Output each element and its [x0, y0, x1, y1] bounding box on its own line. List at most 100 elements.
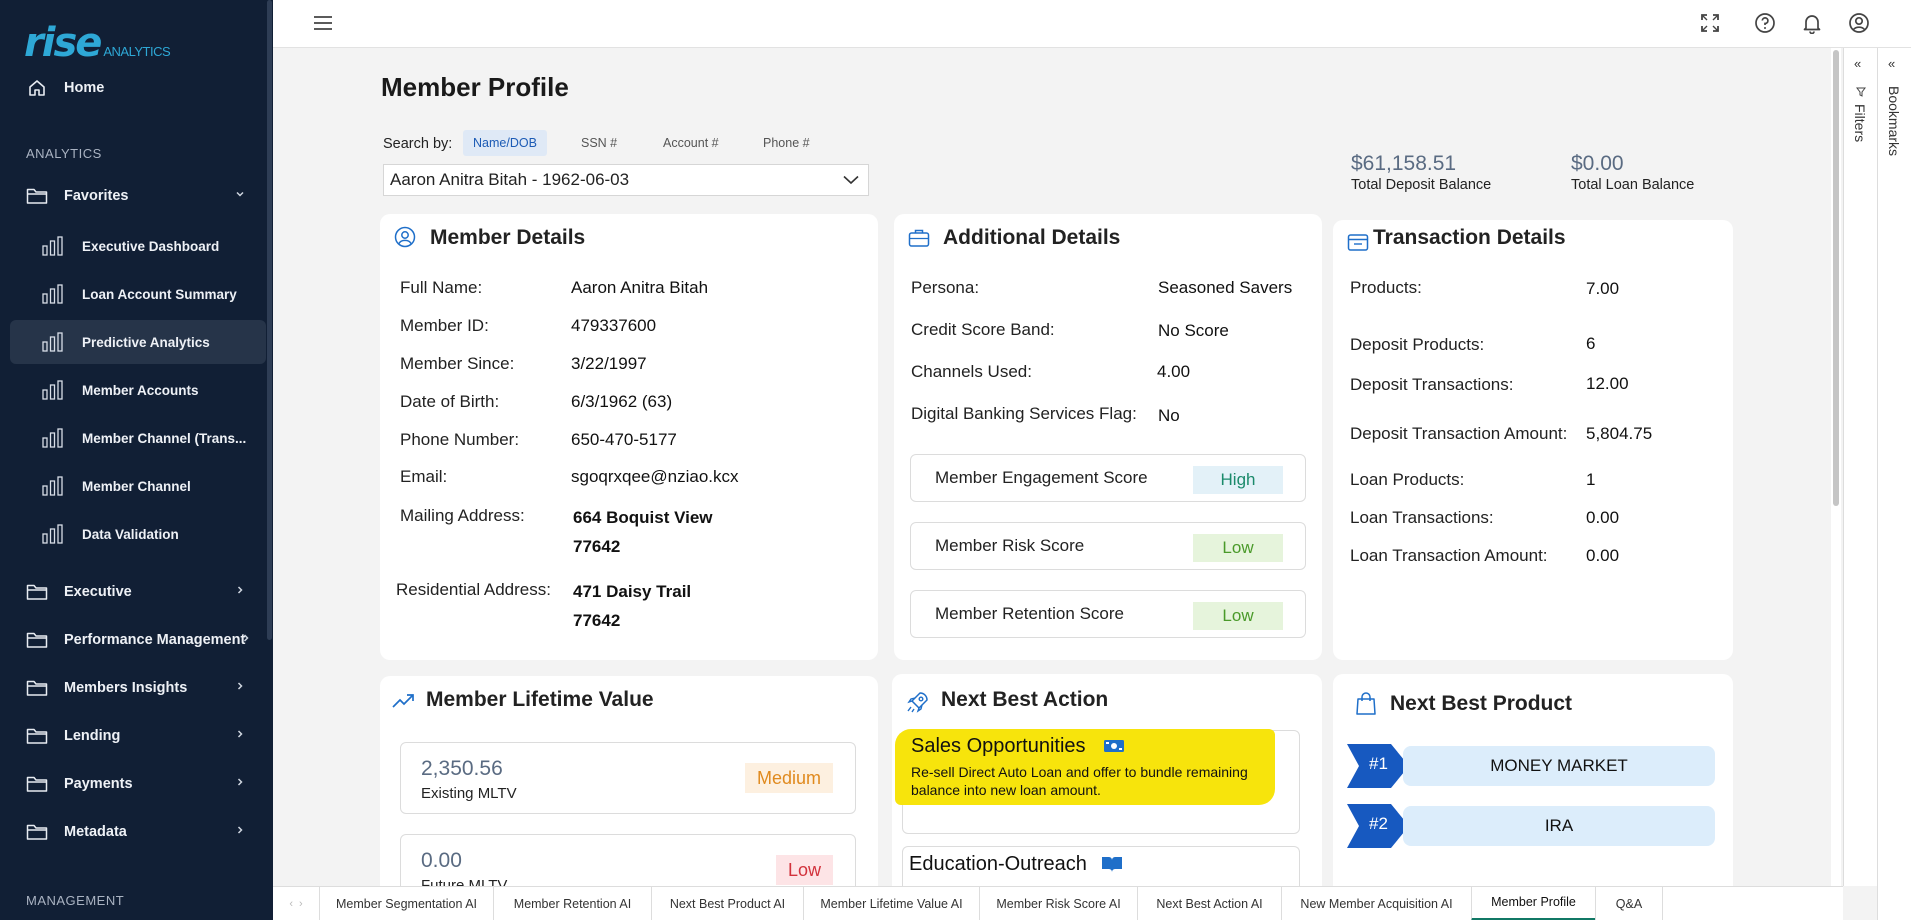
report-scrollbar[interactable]: [1831, 48, 1841, 886]
logo-subtext: ANALYTICS: [103, 44, 171, 59]
nav-member-accounts[interactable]: Member Accounts: [10, 368, 266, 412]
tab-scroll-arrows[interactable]: ‹ ›: [273, 887, 319, 920]
nav-item-label: Executive Dashboard: [82, 238, 220, 254]
kpi-total-loan: $0.00 Total Loan Balance: [1571, 152, 1694, 193]
residential-address-line2: 77642: [573, 611, 621, 630]
card-title: Next Best Action: [941, 688, 1109, 711]
bookmarks-label: Bookmarks: [1886, 86, 1902, 157]
nav-executive-dashboard[interactable]: Executive Dashboard: [10, 224, 266, 268]
next-best-action-card: Next Best Action Sales Opportunities Re-…: [892, 674, 1322, 886]
report-scrollbar-thumb[interactable]: [1833, 50, 1839, 506]
report-canvas: Member Profile Search by: Name/DOB SSN #…: [273, 48, 1831, 886]
filters-panel[interactable]: « Filters: [1843, 48, 1877, 886]
field-label: Email:: [400, 467, 448, 486]
nav-favorites[interactable]: Favorites: [10, 174, 266, 218]
mltv-badge: Medium: [744, 763, 833, 793]
sidebar-scrollbar[interactable]: [267, 0, 272, 640]
field-label: Channels Used:: [911, 362, 1032, 381]
field-value: 5,804.75: [1586, 424, 1653, 443]
mailing-address-line2: 77642: [573, 537, 621, 556]
nav-performance-management[interactable]: Performance Management: [10, 618, 266, 662]
chevron-right-icon[interactable]: ›: [299, 898, 303, 910]
nav-home[interactable]: Home: [10, 66, 266, 110]
member-select-dropdown[interactable]: Aaron Anitra Bitah - 1962-06-03: [383, 164, 869, 196]
tab-member-profile[interactable]: Member Profile: [1471, 886, 1595, 920]
nav-item-label: Member Accounts: [82, 382, 199, 398]
nav-members-insights[interactable]: Members Insights: [10, 666, 266, 710]
bar-chart-icon: [42, 427, 66, 449]
help-icon[interactable]: [1754, 12, 1778, 36]
folder-icon: [26, 773, 48, 795]
search-tab-name-dob[interactable]: Name/DOB: [463, 130, 547, 156]
search-by-label: Search by:: [383, 136, 453, 152]
collapse-double-chevron-icon[interactable]: «: [1854, 56, 1861, 71]
folder-icon: [26, 581, 48, 603]
field-value: 7.00: [1586, 279, 1620, 298]
nav-data-validation[interactable]: Data Validation: [10, 512, 266, 556]
chevron-right-icon: [240, 632, 252, 648]
sales-opportunities-box: Sales Opportunities Re-sell Direct Auto …: [895, 729, 1300, 834]
search-tab-ssn[interactable]: SSN #: [571, 130, 627, 156]
nav-lending[interactable]: Lending: [10, 714, 266, 758]
field-label: Loan Transactions:: [1350, 508, 1494, 527]
tab-member-risk-score-ai[interactable]: Member Risk Score AI: [979, 886, 1137, 920]
field-label: Loan Transaction Amount:: [1350, 546, 1548, 565]
field-label: Date of Birth:: [400, 392, 500, 411]
transaction-details-card: Transaction Details Products: 7.00 Depos…: [1333, 220, 1733, 660]
field-label: Digital Banking Services Flag:: [911, 404, 1137, 423]
search-tab-account[interactable]: Account #: [653, 130, 729, 156]
tab-qa[interactable]: Q&A: [1595, 886, 1663, 920]
tab-member-segmentation-ai[interactable]: Member Segmentation AI: [319, 886, 493, 920]
nav-item-label: Member Channel (Trans...: [82, 430, 247, 446]
member-select-value: Aaron Anitra Bitah - 1962-06-03: [390, 170, 630, 189]
field-value: sgoqrxqee@nziao.kcx: [571, 467, 739, 486]
nav-item-label: Data Validation: [82, 526, 179, 542]
tab-new-member-acquisition-ai[interactable]: New Member Acquisition AI: [1281, 886, 1471, 920]
future-mltv-box: 0.00 Future MLTV Low: [400, 834, 856, 886]
tab-next-best-product-ai[interactable]: Next Best Product AI: [651, 886, 803, 920]
tab-next-best-action-ai[interactable]: Next Best Action AI: [1137, 886, 1281, 920]
additional-details-card: Additional Details Persona: Seasoned Sav…: [894, 214, 1322, 660]
shopping-bag-icon: [1355, 692, 1377, 721]
user-account-icon[interactable]: [1848, 12, 1872, 36]
nav-metadata[interactable]: Metadata: [10, 810, 266, 854]
hamburger-menu-icon[interactable]: [313, 14, 333, 37]
chevron-down-icon: [234, 188, 246, 204]
member-details-card: Member Details Full Name: Aaron Anitra B…: [380, 214, 878, 660]
field-value: No Score: [1158, 321, 1229, 340]
fullscreen-icon[interactable]: [1699, 12, 1723, 36]
mltv-card: Member Lifetime Value 2,350.56 Existing …: [380, 676, 878, 886]
filters-label: Filters: [1852, 104, 1868, 143]
collapse-double-chevron-icon[interactable]: «: [1888, 56, 1895, 71]
chevron-left-icon[interactable]: ‹: [289, 898, 293, 910]
card-title: Next Best Product: [1390, 692, 1573, 715]
report-page-tabs: ‹ › Member Segmentation AI Member Retent…: [273, 886, 1843, 920]
nav-member-channel[interactable]: Member Channel: [10, 464, 266, 508]
score-badge: Low: [1193, 534, 1283, 562]
search-tab-phone[interactable]: Phone #: [753, 130, 820, 156]
chevron-right-icon: [234, 728, 246, 744]
residential-address-label: Residential Address:: [396, 580, 551, 599]
retention-score-box: Member Retention Score Low: [910, 590, 1306, 638]
section-management: MANAGEMENT: [26, 893, 125, 908]
nav-member-channel-trans[interactable]: Member Channel (Trans...: [10, 416, 266, 460]
tab-member-retention-ai[interactable]: Member Retention AI: [493, 886, 651, 920]
bell-icon[interactable]: [1801, 12, 1825, 36]
bookmarks-panel[interactable]: « Bookmarks: [1877, 48, 1911, 920]
product-name: MONEY MARKET: [1403, 746, 1715, 786]
nav-executive[interactable]: Executive: [10, 570, 266, 614]
sidebar: rise ANALYTICS Home ANALYTICS Favorites …: [0, 0, 273, 920]
engagement-score-box: Member Engagement Score High: [910, 454, 1306, 502]
nav-predictive-analytics[interactable]: Predictive Analytics: [10, 320, 266, 364]
nav-folder-label: Members Insights: [64, 680, 188, 696]
user-circle-icon: [394, 226, 416, 253]
field-label: Credit Score Band:: [911, 320, 1055, 339]
logo-wordmark: rise: [24, 20, 102, 66]
tab-member-lifetime-value-ai[interactable]: Member Lifetime Value AI: [803, 886, 979, 920]
topbar: [273, 0, 1911, 48]
education-outreach-box: Education-Outreach: [902, 846, 1300, 886]
nav-loan-account-summary[interactable]: Loan Account Summary: [10, 272, 266, 316]
field-value: 0.00: [1586, 508, 1620, 527]
nav-payments[interactable]: Payments: [10, 762, 266, 806]
rocket-icon: [906, 690, 930, 719]
